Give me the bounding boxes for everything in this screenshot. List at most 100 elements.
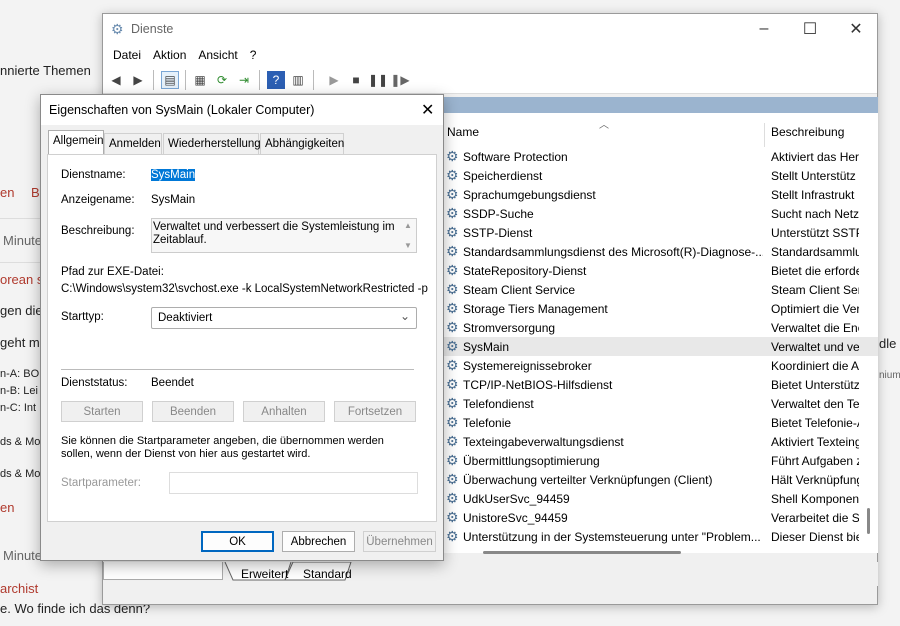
- service-description: Stellt Unterstütz: [771, 169, 856, 183]
- starttyp-value: Deaktiviert: [158, 312, 213, 324]
- properties-dialog: Eigenschaften von SysMain (Lokaler Compu…: [40, 94, 444, 561]
- properties-icon[interactable]: ▦: [191, 71, 209, 89]
- startparameter-label: Startparameter:: [61, 477, 141, 489]
- bg-link[interactable]: orean s: [0, 272, 43, 287]
- dienststatus-label: Dienststatus:: [61, 377, 128, 389]
- service-name: Stromversorgung: [463, 321, 556, 335]
- forward-icon[interactable]: ▶: [129, 71, 147, 89]
- bg-link[interactable]: B: [31, 185, 40, 200]
- vertical-scrollbar[interactable]: [867, 508, 870, 534]
- bg-text: Minute: [3, 233, 43, 248]
- horizontal-scrollbar[interactable]: [483, 551, 681, 554]
- close-button[interactable]: ✕: [833, 14, 879, 44]
- service-description: Verwaltet die Ene: [771, 321, 859, 335]
- service-gear-icon: ⚙: [446, 262, 459, 278]
- bg-text: gen die: [0, 303, 43, 318]
- dialog-close-icon[interactable]: ✕: [421, 100, 434, 120]
- service-name: Software Protection: [463, 150, 568, 164]
- bg-text: nium: [879, 370, 900, 381]
- column-description[interactable]: Beschreibung: [771, 125, 844, 147]
- ok-button[interactable]: OK: [201, 531, 274, 552]
- tab-standard[interactable]: Standard: [303, 567, 352, 581]
- stop-icon[interactable]: ■: [347, 71, 365, 89]
- service-description: Sucht nach Netzw: [771, 207, 859, 221]
- minimize-button[interactable]: –: [741, 14, 787, 44]
- service-name: Systemereignissebroker: [463, 359, 592, 373]
- startparameter-hint: Sie können die Startparameter angeben, d…: [61, 435, 384, 460]
- service-description: Bietet Unterstütz: [771, 378, 859, 392]
- tab-abhaengigkeiten[interactable]: Abhängigkeiten: [260, 133, 344, 154]
- service-description: Stellt Infrastrukt: [771, 188, 855, 202]
- play-icon[interactable]: ▶: [325, 71, 343, 89]
- bg-text: ds & Mo: [0, 468, 41, 480]
- bg-text: n-A: BO: [0, 368, 40, 380]
- bg-text: ds & Mo: [0, 436, 41, 448]
- bg-link[interactable]: en: [0, 185, 14, 200]
- bg-link[interactable]: archist: [0, 581, 38, 596]
- service-description: Bietet die erforde: [771, 264, 859, 278]
- service-gear-icon: ⚙: [446, 186, 459, 202]
- service-gear-icon: ⚙: [446, 452, 459, 468]
- service-name: Unterstützung in der Systemsteuerung unt…: [463, 530, 761, 544]
- service-gear-icon: ⚙: [446, 243, 459, 259]
- uebernehmen-button[interactable]: Übernehmen: [363, 531, 436, 552]
- pause-icon[interactable]: ❚❚: [368, 71, 388, 89]
- menu-datei[interactable]: Datei: [107, 48, 147, 62]
- service-gear-icon: ⚙: [446, 395, 459, 411]
- maximize-button[interactable]: ☐: [787, 14, 833, 44]
- menu-ansicht[interactable]: Ansicht: [192, 48, 243, 62]
- dialog-titlebar[interactable]: Eigenschaften von SysMain (Lokaler Compu…: [41, 95, 443, 125]
- service-name: UdkUserSvc_94459: [463, 492, 570, 506]
- beenden-button[interactable]: Beenden: [152, 401, 234, 422]
- beschreibung-label: Beschreibung:: [61, 225, 135, 237]
- general-panel: Dienstname: SysMain Anzeigename: SysMain…: [47, 154, 437, 522]
- abbrechen-button[interactable]: Abbrechen: [282, 531, 355, 552]
- service-name: Telefonie: [463, 416, 512, 430]
- dienststatus-value: Beendet: [151, 377, 194, 389]
- toolbar: ◀ ▶ ▤ ▦ ⟳ ⇥ ? ▥ ▶ ■ ❚❚ ❚▶: [103, 66, 877, 94]
- tab-erweitert[interactable]: Erweitert: [241, 567, 288, 581]
- service-name: Übermittlungsoptimierung: [463, 454, 600, 468]
- service-name: Sprachumgebungsdienst: [463, 188, 596, 202]
- scroll-down-icon[interactable]: ▼: [404, 241, 412, 250]
- console-tree-icon[interactable]: ▤: [161, 71, 179, 89]
- service-description: Shell Komponent: [771, 492, 859, 506]
- column-name[interactable]: Name: [447, 125, 479, 147]
- service-gear-icon: ⚙: [446, 148, 459, 164]
- starttyp-dropdown[interactable]: Deaktiviert ⌄: [151, 307, 417, 329]
- service-name: StateRepository-Dienst: [463, 264, 587, 278]
- service-gear-icon: ⚙: [446, 414, 459, 430]
- service-description: Aktiviert Texteing: [771, 435, 859, 449]
- scroll-up-icon[interactable]: ▲: [404, 221, 412, 230]
- service-name: Texteingabeverwaltungsdienst: [463, 435, 624, 449]
- menu-aktion[interactable]: Aktion: [147, 48, 192, 62]
- tab-allgemein[interactable]: Allgemein: [48, 130, 104, 155]
- refresh-icon[interactable]: ⟳: [213, 71, 231, 89]
- fortsetzen-button[interactable]: Fortsetzen: [334, 401, 416, 422]
- tab-anmelden[interactable]: Anmelden: [104, 133, 162, 154]
- service-gear-icon: ⚙: [446, 376, 459, 392]
- help-icon[interactable]: ?: [267, 71, 285, 89]
- anzeigename-value: SysMain: [151, 194, 196, 206]
- services-titlebar[interactable]: ⚙ Dienste – ☐ ✕: [103, 14, 877, 44]
- service-gear-icon: ⚙: [446, 433, 459, 449]
- anhalten-button[interactable]: Anhalten: [243, 401, 325, 422]
- starttyp-label: Starttyp:: [61, 311, 104, 323]
- starten-button[interactable]: Starten: [61, 401, 143, 422]
- service-name: Storage Tiers Management: [463, 302, 608, 316]
- service-description: Dieser Dienst bie: [771, 530, 859, 544]
- bg-link[interactable]: en: [0, 500, 14, 515]
- bg-text: Minute: [3, 548, 43, 563]
- tab-wiederherstellung[interactable]: Wiederherstellung: [163, 133, 261, 154]
- startparameter-input[interactable]: [169, 472, 418, 494]
- restart-icon[interactable]: ❚▶: [390, 71, 409, 89]
- view-icon[interactable]: ▥: [289, 71, 307, 89]
- export-icon[interactable]: ⇥: [235, 71, 253, 89]
- service-description: Aktiviert das Her: [771, 150, 859, 164]
- beschreibung-textbox[interactable]: Verwaltet und verbessert die Systemleist…: [151, 218, 417, 253]
- service-name: SSDP-Suche: [463, 207, 534, 221]
- back-icon[interactable]: ◀: [107, 71, 125, 89]
- dienstname-value[interactable]: SysMain: [151, 169, 196, 181]
- service-name: Standardsammlungsdienst des Microsoft(R)…: [463, 245, 763, 259]
- menu-help[interactable]: ?: [244, 48, 263, 62]
